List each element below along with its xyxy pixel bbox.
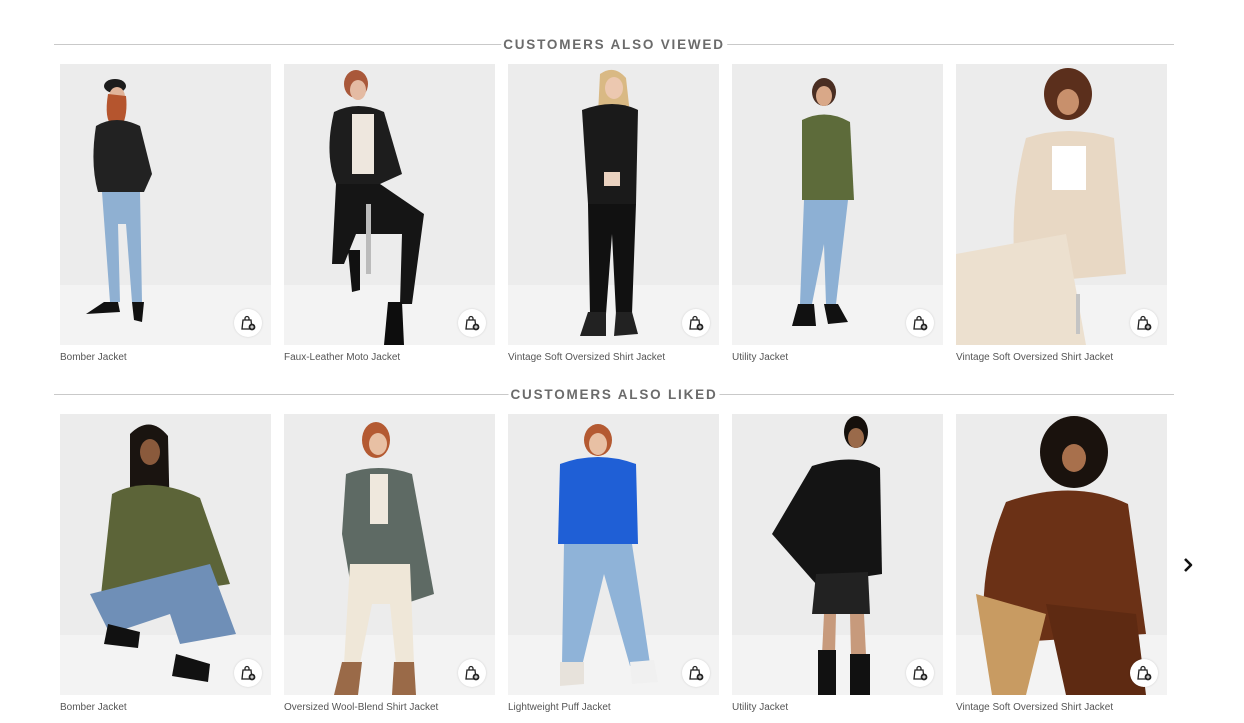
add-to-bag-button[interactable] [906,659,934,687]
add-to-bag-button[interactable] [682,309,710,337]
product-name[interactable]: Lightweight Puff Jacket [508,702,719,714]
section-heading: CUSTOMERS ALSO VIEWED [501,36,727,54]
product-image[interactable] [284,414,495,695]
product-name[interactable]: Bomber Jacket [60,352,271,364]
add-to-bag-button[interactable] [234,659,262,687]
product-card[interactable]: Utility Jacket [732,64,943,364]
section-heading-row: CUSTOMERS ALSO LIKED [54,384,1174,404]
add-to-bag-icon [689,665,704,681]
add-to-bag-icon [913,665,928,681]
product-name[interactable]: Vintage Soft Oversized Shirt Jacket [956,352,1167,364]
product-image[interactable] [956,414,1167,695]
product-name[interactable]: Vintage Soft Oversized Shirt Jacket [956,702,1167,714]
product-name[interactable]: Utility Jacket [732,702,943,714]
add-to-bag-icon [241,315,256,331]
product-card[interactable]: Vintage Soft Oversized Shirt Jacket [956,414,1167,714]
add-to-bag-button[interactable] [458,659,486,687]
add-to-bag-icon [241,665,256,681]
section-heading: CUSTOMERS ALSO LIKED [508,386,720,404]
add-to-bag-icon [913,315,928,331]
product-image[interactable] [732,64,943,345]
add-to-bag-button[interactable] [906,309,934,337]
add-to-bag-icon [689,315,704,331]
product-image[interactable] [284,64,495,345]
product-image[interactable] [732,414,943,695]
product-name[interactable]: Oversized Wool-Blend Shirt Jacket [284,702,495,714]
product-card[interactable]: Utility Jacket [732,414,943,714]
product-image[interactable] [60,64,271,345]
product-image[interactable] [508,414,719,695]
add-to-bag-button[interactable] [1130,309,1158,337]
add-to-bag-button[interactable] [234,309,262,337]
product-card[interactable]: Lightweight Puff Jacket [508,414,719,714]
product-card[interactable]: Vintage Soft Oversized Shirt Jacket [956,64,1167,364]
product-carousel: Bomber Jacket [60,414,1167,714]
product-card[interactable]: Faux-Leather Moto Jacket [284,64,495,364]
add-to-bag-button[interactable] [458,309,486,337]
add-to-bag-icon [1137,315,1152,331]
product-image[interactable] [60,414,271,695]
add-to-bag-icon [465,665,480,681]
product-name[interactable]: Vintage Soft Oversized Shirt Jacket [508,352,719,364]
product-name[interactable]: Utility Jacket [732,352,943,364]
product-card[interactable]: Bomber Jacket [60,64,271,364]
product-card[interactable]: Bomber Jacket [60,414,271,714]
product-image[interactable] [508,64,719,345]
product-card[interactable]: Vintage Soft Oversized Shirt Jacket [508,64,719,364]
product-carousel: Bomber Jacket [60,64,1167,364]
product-name[interactable]: Bomber Jacket [60,702,271,714]
section-heading-row: CUSTOMERS ALSO VIEWED [54,34,1174,54]
product-card[interactable]: Oversized Wool-Blend Shirt Jacket [284,414,495,714]
add-to-bag-icon [465,315,480,331]
carousel-next-button[interactable] [1180,555,1196,575]
product-image[interactable] [956,64,1167,345]
add-to-bag-button[interactable] [1130,659,1158,687]
add-to-bag-button[interactable] [682,659,710,687]
product-name[interactable]: Faux-Leather Moto Jacket [284,352,495,364]
chevron-right-icon [1184,558,1193,572]
add-to-bag-icon [1137,665,1152,681]
